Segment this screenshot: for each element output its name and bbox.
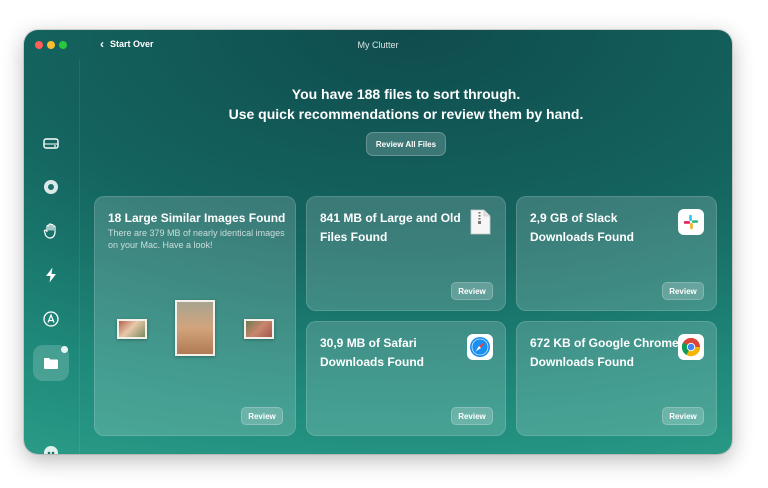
applications-icon: [43, 311, 59, 327]
chrome-icon: [678, 334, 704, 360]
card-title: 841 MB of Large and Old Files Found: [320, 211, 461, 244]
review-button[interactable]: Review: [662, 282, 704, 300]
image-thumbnail: [244, 319, 274, 339]
card-title: 18 Large Similar Images Found: [108, 211, 286, 225]
sidebar-item-assistant[interactable]: [36, 438, 66, 454]
safari-downloads-card[interactable]: 30,9 MB of Safari Downloads Found Review: [306, 321, 506, 436]
slack-icon: [678, 209, 704, 235]
card-title: 30,9 MB of Safari Downloads Found: [320, 336, 424, 369]
sidebar-item-disk[interactable]: [36, 128, 66, 158]
sidebar-item-applications[interactable]: [36, 304, 66, 334]
lightning-icon: [46, 267, 56, 283]
review-button[interactable]: Review: [451, 407, 493, 425]
sidebar-item-protection[interactable]: [36, 216, 66, 246]
zip-file-icon: [467, 209, 493, 235]
review-button[interactable]: Review: [241, 407, 283, 425]
sidebar: [24, 60, 80, 454]
card-description: There are 379 MB of nearly identical ima…: [108, 228, 285, 250]
app-window: ‹ Start Over My Clutter You have 188 fil…: [24, 30, 732, 454]
folder-icon: [44, 358, 58, 369]
review-all-files-button[interactable]: Review All Files: [366, 132, 446, 156]
assistant-icon: [44, 446, 58, 454]
image-thumbnail: [117, 319, 147, 339]
page-headline: You have 188 files to sort through. Use …: [80, 84, 732, 124]
cleanup-icon: [44, 180, 58, 194]
similar-images-card[interactable]: 18 Large Similar Images Found There are …: [94, 196, 296, 436]
slack-downloads-card[interactable]: 2,9 GB of Slack Downloads Found Review: [516, 196, 717, 311]
review-button[interactable]: Review: [662, 407, 704, 425]
large-old-files-card[interactable]: 841 MB of Large and Old Files Found Revi…: [306, 196, 506, 311]
sidebar-item-my-clutter[interactable]: [33, 345, 69, 381]
headline-line-1: You have 188 files to sort through.: [291, 86, 521, 102]
headline-line-2: Use quick recommendations or review them…: [228, 106, 584, 122]
notification-dot: [61, 346, 68, 353]
sidebar-item-speed[interactable]: [36, 260, 66, 290]
review-button[interactable]: Review: [451, 282, 493, 300]
safari-icon: [467, 334, 493, 360]
disk-icon: [43, 138, 59, 149]
image-thumbnail: [175, 300, 215, 356]
window-title: My Clutter: [357, 40, 399, 50]
card-title: 672 KB of Google Chrome Downloads Found: [530, 336, 679, 369]
card-title: 2,9 GB of Slack Downloads Found: [530, 211, 634, 244]
chrome-downloads-card[interactable]: 672 KB of Google Chrome Downloads Found …: [516, 321, 717, 436]
sidebar-item-cleanup[interactable]: [36, 172, 66, 202]
hand-icon: [43, 223, 56, 239]
